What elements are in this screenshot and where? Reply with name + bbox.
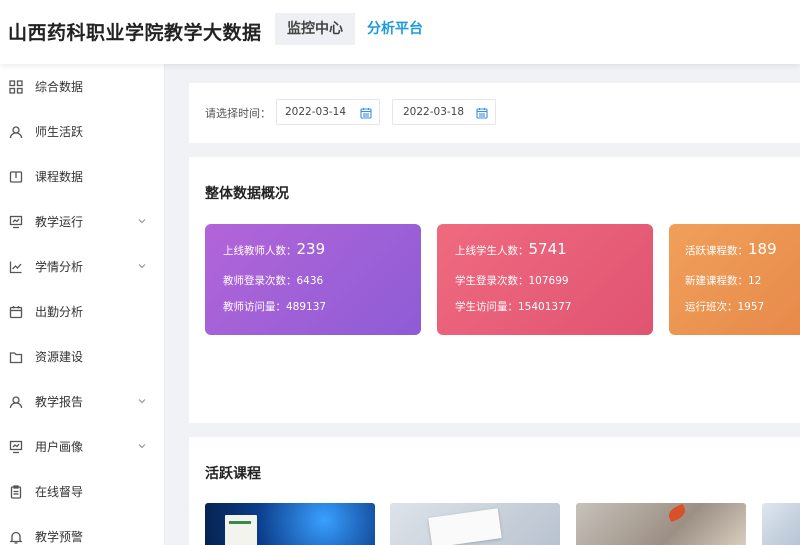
- book-cover-image: [225, 515, 257, 545]
- stat-headline: 上线教师人数：239: [223, 240, 325, 258]
- monitor-icon: [8, 214, 24, 230]
- chevron-down-icon: [138, 444, 146, 449]
- sidebar-item-teaching-operation[interactable]: 教学运行: [0, 199, 164, 244]
- sidebar-item-resources[interactable]: 资源建设: [0, 334, 164, 379]
- grid-icon: [8, 79, 24, 95]
- stat-headline: 上线学生人数：5741: [455, 240, 567, 258]
- student-stats-card: 上线学生人数：5741 学生登录次数：107699 学生访问量：15401377: [437, 224, 653, 335]
- sidebar-item-label: 资源建设: [35, 350, 84, 364]
- course-card-thumbnail[interactable]: [390, 503, 560, 545]
- sidebar-item-label: 教学运行: [35, 215, 84, 229]
- start-date-picker[interactable]: 2022-03-14: [276, 99, 380, 125]
- sidebar-item-label: 学情分析: [35, 260, 84, 274]
- tab-analysis-platform[interactable]: 分析平台: [355, 13, 435, 45]
- date-filter-label: 请选择时间：: [205, 107, 271, 120]
- stat-headline-label: 上线学生人数：: [455, 245, 529, 257]
- date-filter-panel: 请选择时间： 2022-03-14 - 2022-03-18: [189, 83, 800, 143]
- leaf-image: [666, 503, 688, 523]
- teacher-stats-card: 上线教师人数：239 教师登录次数：6436 教师访问量：489137: [205, 224, 421, 335]
- stat-headline-value: 5741: [528, 240, 567, 258]
- stat-line-logins: 教师登录次数：6436: [223, 275, 324, 287]
- chevron-down-icon: [138, 264, 146, 269]
- course-card-thumbnail[interactable]: [205, 503, 375, 545]
- sidebar: 综合数据 师生活跃 课程数据 教学运行 学情分析 出勤分析 资源建设 教学报告 …: [0, 64, 165, 545]
- sidebar-item-label: 出勤分析: [35, 305, 84, 319]
- stat-line-logins: 学生登录次数：107699: [455, 275, 569, 287]
- sidebar-item-teaching-warning[interactable]: 教学预警: [0, 514, 164, 545]
- bell-icon: [8, 529, 24, 545]
- end-date-value: 2022-03-18: [403, 106, 465, 118]
- sidebar-item-activity[interactable]: 师生活跃: [0, 109, 164, 154]
- top-header: 山西药科职业学院教学大数据 监控中心 分析平台: [0, 0, 800, 64]
- stat-headline-label: 上线教师人数：: [223, 245, 297, 257]
- book-icon: [8, 169, 24, 185]
- stat-headline: 活跃课程数：189: [685, 240, 777, 258]
- app-title: 山西药科职业学院教学大数据: [8, 22, 262, 44]
- end-date-picker[interactable]: 2022-03-18: [392, 99, 496, 125]
- sidebar-item-course-data[interactable]: 课程数据: [0, 154, 164, 199]
- document-image: [428, 508, 502, 545]
- sidebar-item-label: 课程数据: [35, 170, 84, 184]
- sidebar-item-label: 教学报告: [35, 395, 84, 409]
- course-stats-card: 活跃课程数：189 新建课程数：12 运行班次：1957: [669, 224, 800, 335]
- clipboard-icon: [8, 484, 24, 500]
- user-icon: [8, 394, 24, 410]
- stat-headline-value: 239: [296, 240, 326, 258]
- calendar-icon: [360, 108, 372, 119]
- nav-tabs: 监控中心 分析平台: [275, 13, 435, 45]
- start-date-value: 2022-03-14: [285, 106, 347, 118]
- main-content: 请选择时间： 2022-03-14 - 2022-03-18 整体数据概况 上线…: [176, 64, 800, 545]
- sidebar-item-online-supervision[interactable]: 在线督导: [0, 469, 164, 514]
- stat-line-visits: 学生访问量：15401377: [455, 301, 572, 313]
- course-card-thumbnail[interactable]: [576, 503, 746, 545]
- folder-icon: [8, 349, 24, 365]
- sidebar-item-overview[interactable]: 综合数据: [0, 64, 164, 109]
- stat-line-new-courses: 新建课程数：12: [685, 275, 762, 287]
- overview-title: 整体数据概况: [205, 186, 289, 202]
- stat-headline-label: 活跃课程数：: [685, 245, 748, 257]
- sidebar-item-label: 教学预警: [35, 530, 84, 544]
- active-courses-title: 活跃课程: [205, 466, 261, 482]
- line-chart-icon: [8, 259, 24, 275]
- tab-monitor-center[interactable]: 监控中心: [275, 13, 355, 45]
- sidebar-item-attendance[interactable]: 出勤分析: [0, 289, 164, 334]
- sidebar-item-learning-analysis[interactable]: 学情分析: [0, 244, 164, 289]
- calendar-icon: [8, 304, 24, 320]
- stat-line-visits: 教师访问量：489137: [223, 301, 327, 313]
- sidebar-item-user-profile[interactable]: 用户画像: [0, 424, 164, 469]
- chevron-down-icon: [138, 219, 146, 224]
- chevron-down-icon: [138, 399, 146, 404]
- overview-panel: 整体数据概况 上线教师人数：239 教师登录次数：6436 教师访问量：4891…: [189, 157, 800, 423]
- sidebar-item-label: 综合数据: [35, 80, 84, 94]
- sidebar-item-teaching-report[interactable]: 教学报告: [0, 379, 164, 424]
- sidebar-item-label: 用户画像: [35, 440, 84, 454]
- monitor-icon: [8, 439, 24, 455]
- stat-line-classes: 运行班次：1957: [685, 301, 765, 313]
- active-courses-panel: 活跃课程: [189, 437, 800, 545]
- stat-headline-value: 189: [748, 240, 777, 258]
- course-card-thumbnail[interactable]: [762, 503, 800, 545]
- user-icon: [8, 124, 24, 140]
- sidebar-item-label: 师生活跃: [35, 125, 84, 139]
- sidebar-item-label: 在线督导: [35, 485, 84, 499]
- calendar-icon: [476, 108, 488, 119]
